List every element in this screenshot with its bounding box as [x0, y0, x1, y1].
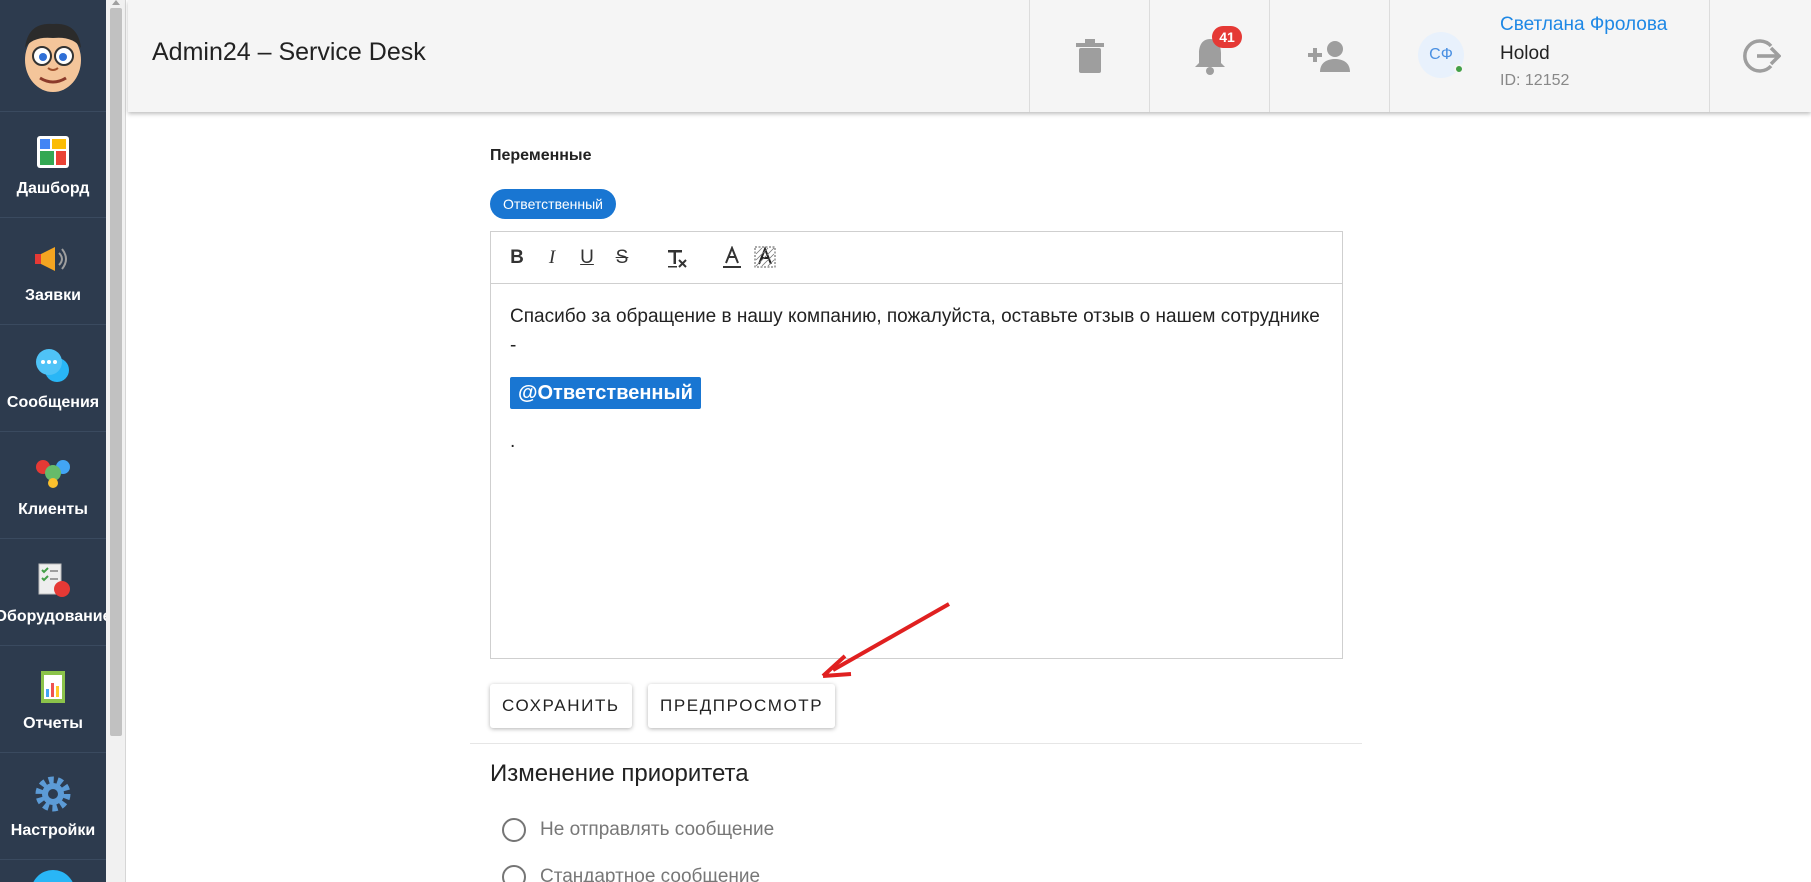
megaphone-icon: [35, 246, 67, 271]
annotation-arrow-icon: [821, 602, 950, 678]
sidebar-item-equipment[interactable]: Оборудование: [0, 540, 106, 646]
priority-section-title: Изменение приоритета: [490, 760, 749, 787]
underline-button[interactable]: U: [573, 244, 601, 272]
logout-button[interactable]: [1709, 0, 1811, 112]
online-status-icon: [1454, 64, 1464, 74]
dashboard-icon: [37, 135, 69, 168]
trash-icon: [1075, 39, 1104, 73]
highlight-color-icon: [754, 246, 776, 268]
clear-format-button[interactable]: [663, 244, 691, 272]
italic-button[interactable]: I: [538, 244, 566, 272]
sidebar-item-clients[interactable]: Клиенты: [0, 433, 106, 539]
app-avatar[interactable]: [0, 0, 106, 112]
sidebar-item-label: Дашборд: [16, 179, 90, 197]
variables-label: Переменные: [490, 147, 592, 164]
radio-standard-message[interactable]: Стандартное сообщение: [502, 862, 760, 882]
chat-bubbles-icon: [36, 348, 69, 382]
sidebar-item-reports[interactable]: Отчеты: [0, 647, 106, 753]
user-name[interactable]: Светлана Фролова: [1500, 14, 1667, 36]
editor-trailing-text: .: [510, 431, 516, 452]
radio-label: Не отправлять сообщение: [540, 819, 775, 840]
cartoon-face-icon: [25, 23, 81, 92]
scroll-up-arrow-icon[interactable]: [112, 0, 120, 5]
bold-button[interactable]: B: [503, 244, 531, 272]
text-color-icon: [723, 246, 741, 268]
preview-button[interactable]: ПРЕДПРОСМОТР: [648, 684, 836, 728]
sidebar-item-label: Отчеты: [23, 714, 83, 732]
message-editor[interactable]: B I U S Спасибо за обращение в нашу комп…: [490, 231, 1343, 659]
add-user-icon: [1307, 41, 1350, 72]
clear-format-icon: [668, 250, 687, 268]
logout-icon: [1742, 39, 1781, 73]
sidebar: Дашборд Заявки Сообщения Клиенты Оборудо…: [0, 0, 106, 882]
equipment-icon: [38, 563, 70, 597]
sidebar-item-label: Оборудование: [0, 607, 106, 625]
sidebar-next-item-icon[interactable]: [31, 870, 75, 882]
mention-tag-responsible[interactable]: @Ответственный: [510, 377, 701, 409]
italic-icon: I: [548, 247, 556, 268]
sidebar-item-dashboard[interactable]: Дашборд: [0, 112, 106, 218]
radio-circle-icon[interactable]: [502, 818, 526, 842]
sidebar-scrollbar-thumb[interactable]: [110, 8, 122, 736]
notifications-badge: 41: [1212, 26, 1242, 48]
user-profile[interactable]: СФ Светлана Фролова Holod ID: 12152: [1389, 0, 1709, 112]
sidebar-item-label: Сообщения: [6, 393, 100, 411]
save-button[interactable]: СОХРАНИТЬ: [490, 684, 632, 728]
bold-icon: B: [510, 247, 524, 268]
sidebar-item-label: Заявки: [25, 286, 81, 304]
add-user-button[interactable]: [1269, 0, 1389, 112]
strikethrough-button[interactable]: S: [608, 244, 636, 272]
top-header: Admin24 – Service Desk 41 СФ Светлана Фр…: [128, 0, 1811, 112]
sidebar-item-messages[interactable]: Сообщения: [0, 326, 106, 432]
sidebar-item-label: Настройки: [10, 821, 96, 839]
page-title: Admin24 – Service Desk: [152, 38, 426, 66]
section-divider: [470, 743, 1362, 744]
text-color-button[interactable]: [718, 244, 746, 272]
editor-message-text: Спасибо за обращение в нашу компанию, по…: [510, 306, 1320, 356]
variable-chip-responsible[interactable]: Ответственный: [490, 189, 616, 219]
notifications-button[interactable]: 41: [1149, 0, 1269, 112]
clients-icon: [36, 459, 70, 488]
underline-icon: U: [580, 247, 594, 268]
strikethrough-icon: S: [615, 247, 629, 268]
radio-label: Стандартное сообщение: [540, 866, 761, 882]
gear-icon: [35, 776, 71, 811]
user-organization: Holod: [1500, 43, 1550, 64]
sidebar-item-requests[interactable]: Заявки: [0, 219, 106, 325]
delete-button[interactable]: [1029, 0, 1149, 112]
sidebar-item-settings[interactable]: Настройки: [0, 754, 106, 860]
user-id: ID: 12152: [1500, 72, 1570, 89]
radio-circle-icon[interactable]: [502, 865, 526, 882]
sidebar-item-label: Клиенты: [18, 500, 88, 518]
background-color-button[interactable]: [751, 244, 779, 272]
radio-no-message[interactable]: Не отправлять сообщение: [502, 815, 774, 845]
reports-icon: [41, 670, 65, 703]
editor-toolbar: B I U S: [491, 232, 1342, 284]
